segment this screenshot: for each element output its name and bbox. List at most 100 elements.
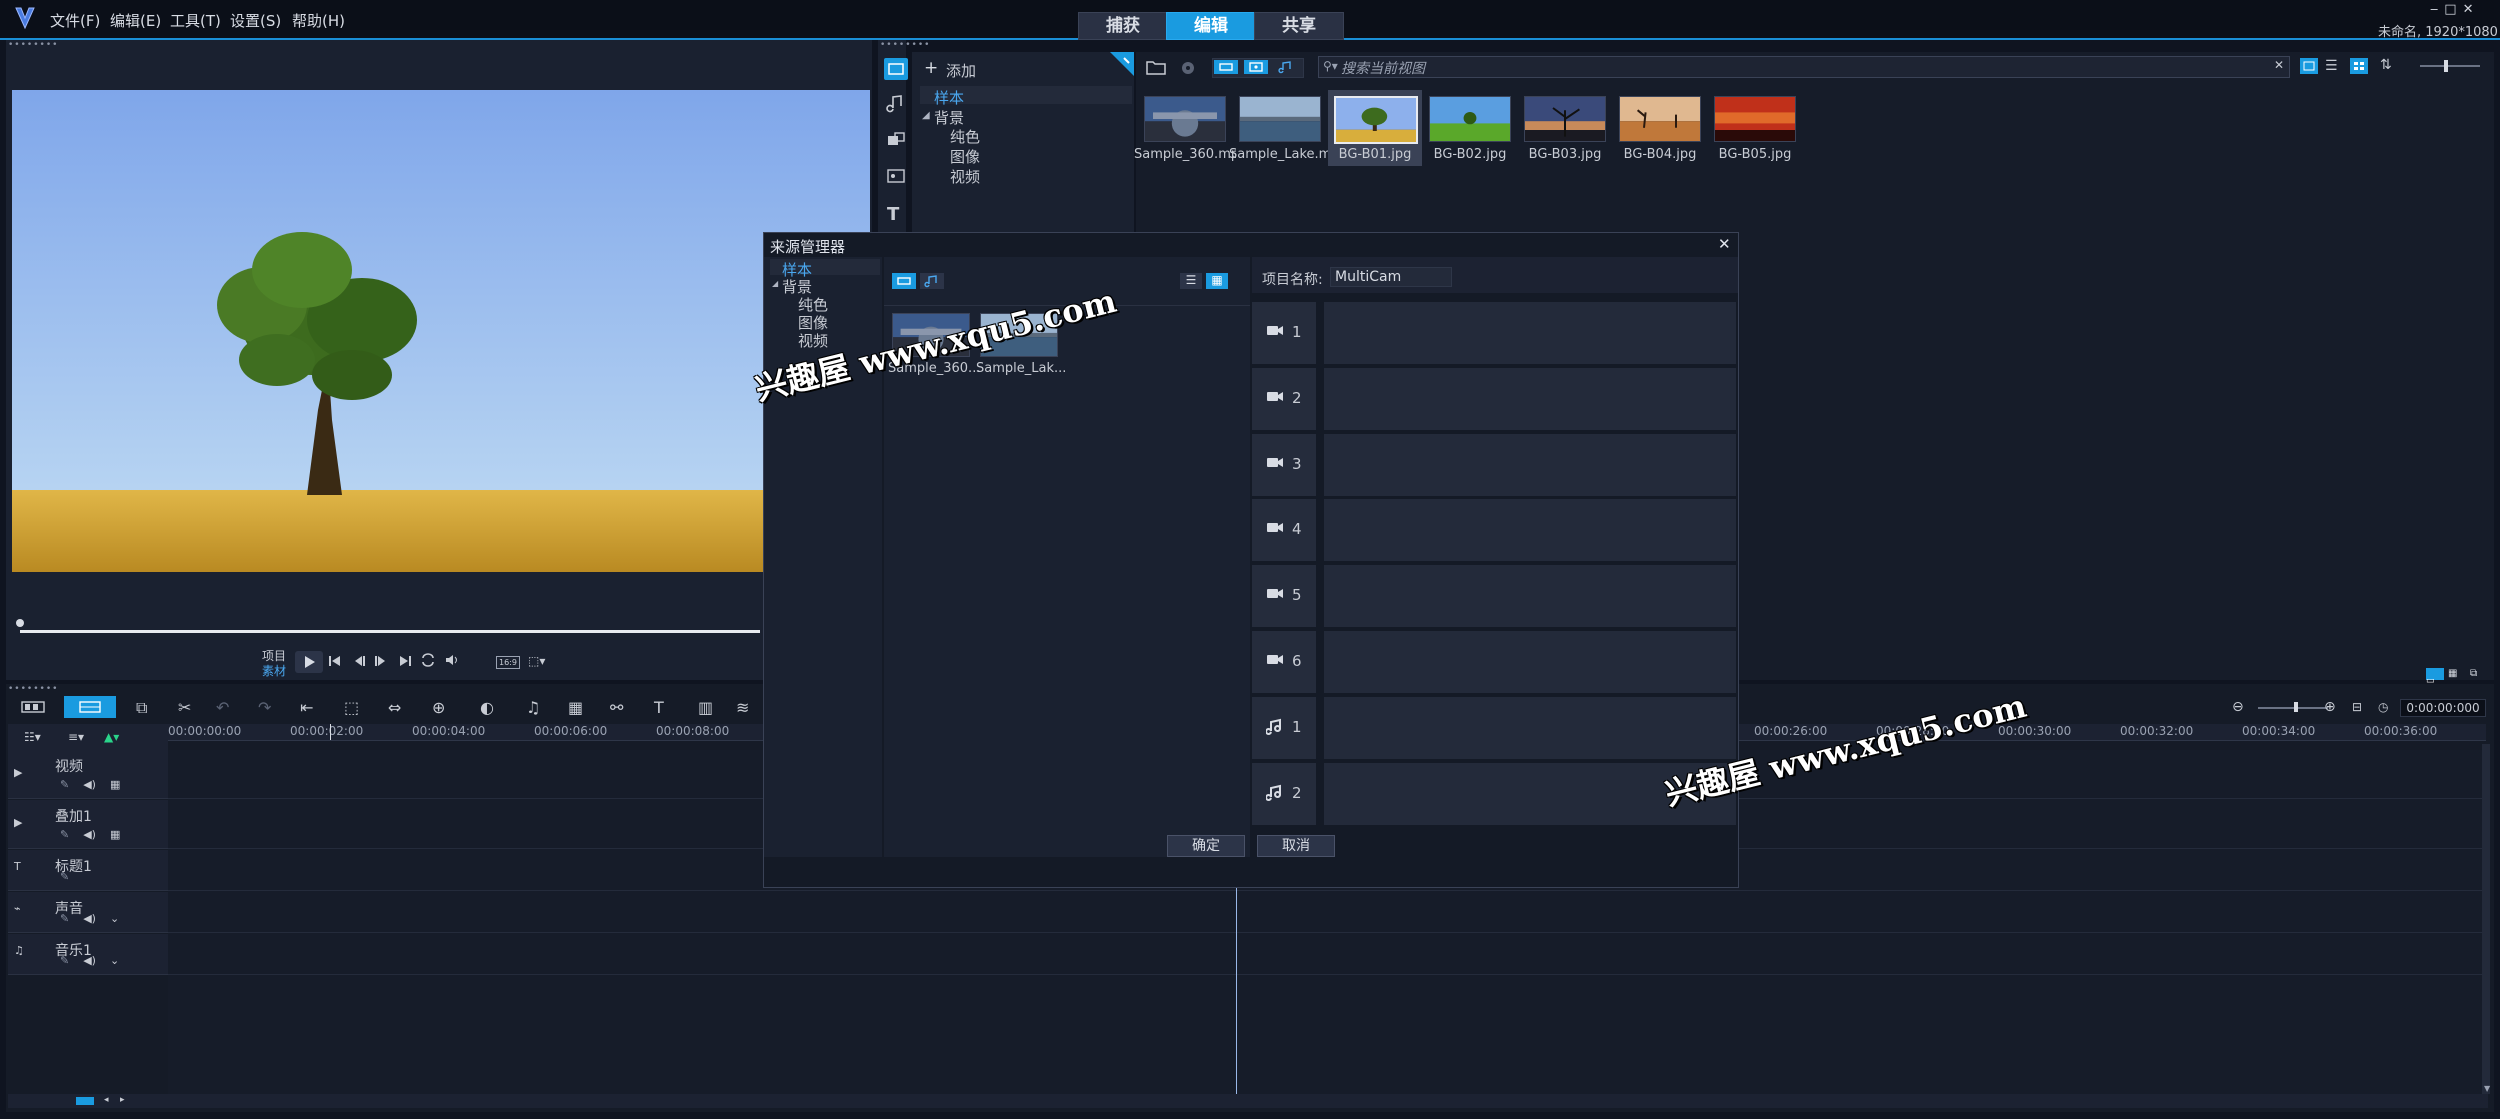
- tree-label-background[interactable]: 背景: [934, 107, 964, 128]
- library-thumbnail[interactable]: BG-B04.jpg: [1613, 90, 1707, 166]
- track-header[interactable]: ⌁ 声音 ✎ ◀) ⌄: [8, 892, 168, 933]
- grid-icon[interactable]: ▦: [110, 828, 120, 841]
- library-thumbnail[interactable]: BG-B05.jpg: [1708, 90, 1802, 166]
- timeline-view-button[interactable]: [64, 696, 116, 718]
- filter-button[interactable]: [886, 166, 906, 186]
- speaker-icon[interactable]: ◀): [83, 778, 96, 791]
- library-layout-button[interactable]: ▦: [2448, 668, 2457, 679]
- thumbnail-image[interactable]: [1334, 96, 1418, 144]
- scrubber-marker-icon[interactable]: [15, 618, 25, 628]
- video-track-icon[interactable]: ▶: [14, 766, 22, 779]
- zoom-slider-handle[interactable]: [2294, 702, 2298, 712]
- library-grip[interactable]: ••••••••: [880, 40, 930, 50]
- thumbnail-image[interactable]: [1619, 96, 1701, 142]
- project-name-input[interactable]: MultiCam: [1330, 267, 1452, 287]
- playhead-line[interactable]: [1236, 884, 1237, 1094]
- show-video-button[interactable]: [1214, 60, 1238, 74]
- dialog-grid-view-button[interactable]: ▦: [1206, 273, 1228, 289]
- audio-source-row[interactable]: 1: [1252, 696, 1736, 759]
- horizontal-scrollbar[interactable]: [8, 1094, 2488, 1108]
- camera-source-row[interactable]: 4: [1252, 499, 1736, 562]
- prev-frame-button[interactable]: [352, 654, 366, 668]
- show-audio-button[interactable]: [1274, 60, 1298, 74]
- ok-button[interactable]: 确定: [1167, 835, 1245, 857]
- camera-source-row[interactable]: 5: [1252, 565, 1736, 628]
- music-track-icon[interactable]: ♫: [14, 944, 24, 957]
- ripple-edit-icon[interactable]: ▲▾: [104, 730, 119, 744]
- source-drop-zone[interactable]: [1324, 565, 1736, 628]
- volume-button[interactable]: [444, 652, 460, 668]
- view-thumbnail-button[interactable]: [2300, 58, 2318, 74]
- add-folder-label[interactable]: 添加: [946, 60, 976, 81]
- thumbnail-label[interactable]: Sample_Lake.m...: [1229, 147, 1331, 162]
- menu-settings[interactable]: 设置(S): [230, 10, 281, 31]
- sort-button[interactable]: ⇅: [2380, 57, 2392, 73]
- home-button[interactable]: [328, 654, 342, 668]
- library-thumbnail[interactable]: BG-B02.jpg: [1423, 90, 1517, 166]
- camera-source-row[interactable]: 1: [1252, 302, 1736, 364]
- insert-track-button[interactable]: [76, 1097, 94, 1105]
- track-controls[interactable]: ✎: [60, 870, 69, 883]
- edit-pen-icon[interactable]: ✎: [60, 828, 69, 841]
- dialog-titlebar[interactable]: [764, 233, 1738, 255]
- title-category-button[interactable]: T: [887, 204, 899, 225]
- source-drop-zone[interactable]: [1324, 696, 1736, 759]
- thumbnail-label[interactable]: BG-B01.jpg: [1324, 147, 1426, 162]
- storyboard-view-button[interactable]: [20, 698, 46, 716]
- track-controls[interactable]: ✎ ◀) ▦: [60, 778, 120, 791]
- tree-expand-icon[interactable]: ◢: [922, 110, 930, 121]
- thumbnail-label[interactable]: BG-B02.jpg: [1419, 147, 1521, 162]
- thumbnail-label[interactable]: Sample_360.mp4: [1134, 147, 1236, 162]
- multicam-icon[interactable]: ▦: [568, 698, 583, 717]
- voice-track-icon[interactable]: ⌁: [14, 902, 21, 915]
- chapter-menu-icon[interactable]: ≡▾: [68, 730, 84, 744]
- mask-icon[interactable]: ⚯: [610, 698, 623, 717]
- ruler-playhead-marker[interactable]: [330, 724, 331, 740]
- dialog-tree-expand-icon[interactable]: ◢: [772, 279, 778, 288]
- instant-project-icon[interactable]: ⧉: [136, 698, 147, 718]
- dialog-show-video-button[interactable]: [892, 273, 916, 289]
- clear-search-icon[interactable]: ✕: [2274, 58, 2284, 72]
- library-thumbnail[interactable]: Sample_360.mp4: [1134, 90, 1236, 166]
- project-name-value[interactable]: MultiCam: [1335, 269, 1401, 285]
- source-drop-zone[interactable]: [1324, 302, 1736, 364]
- fit-project-icon[interactable]: ⊟: [2352, 700, 2362, 714]
- end-button[interactable]: [398, 654, 412, 668]
- speaker-icon[interactable]: ◀): [83, 828, 96, 841]
- search-box[interactable]: ⚲▾ 搜索当前视图 ✕: [1318, 56, 2290, 78]
- title-icon[interactable]: T: [654, 698, 664, 717]
- track-controls[interactable]: ✎ ◀) ⌄: [60, 912, 119, 925]
- camera-source-row[interactable]: 2: [1252, 367, 1736, 430]
- zoom-in-icon[interactable]: ⊕: [2324, 699, 2336, 715]
- pin-icon[interactable]: [1110, 52, 1134, 76]
- source-drop-zone[interactable]: [1324, 433, 1736, 496]
- show-photo-button[interactable]: [1244, 60, 1268, 74]
- timecode-display[interactable]: 0:00:00:000: [2400, 699, 2486, 717]
- split-screen-icon[interactable]: ▥: [698, 698, 713, 717]
- camera-source-row[interactable]: 3: [1252, 433, 1736, 496]
- thumbnail-label[interactable]: BG-B05.jpg: [1704, 147, 1806, 162]
- tab-edit[interactable]: 编辑: [1166, 12, 1256, 40]
- dialog-clip-label[interactable]: Sample_Lak...: [976, 361, 1066, 376]
- camera-source-row[interactable]: 6: [1252, 631, 1736, 693]
- next-frame-button[interactable]: [374, 654, 388, 668]
- record-button[interactable]: [1180, 60, 1196, 76]
- tree-label-image[interactable]: 图像: [950, 146, 980, 167]
- cancel-button[interactable]: 取消: [1257, 835, 1335, 857]
- dialog-list-view-button[interactable]: ☰: [1180, 273, 1202, 289]
- grid-icon[interactable]: ▦: [110, 778, 120, 791]
- thumbnail-image[interactable]: [1714, 96, 1796, 142]
- instant-project-button[interactable]: [886, 94, 906, 114]
- undo-icon[interactable]: ↶: [216, 698, 229, 717]
- title-track-icon[interactable]: T: [14, 860, 21, 873]
- repeat-button[interactable]: [420, 652, 436, 668]
- library-thumbnail[interactable]: BG-B01.jpg: [1328, 90, 1422, 166]
- view-detail-button[interactable]: [2350, 58, 2368, 74]
- panel-grip[interactable]: ••••••••: [8, 40, 58, 50]
- color-icon[interactable]: ◐: [480, 698, 494, 717]
- chevron-down-icon[interactable]: ⌄: [110, 954, 119, 967]
- thumbnail-label[interactable]: BG-B04.jpg: [1609, 147, 1711, 162]
- library-thumbnail[interactable]: BG-B03.jpg: [1518, 90, 1612, 166]
- edit-pen-icon[interactable]: ✎: [60, 912, 69, 925]
- zoom-slider[interactable]: [2258, 707, 2328, 709]
